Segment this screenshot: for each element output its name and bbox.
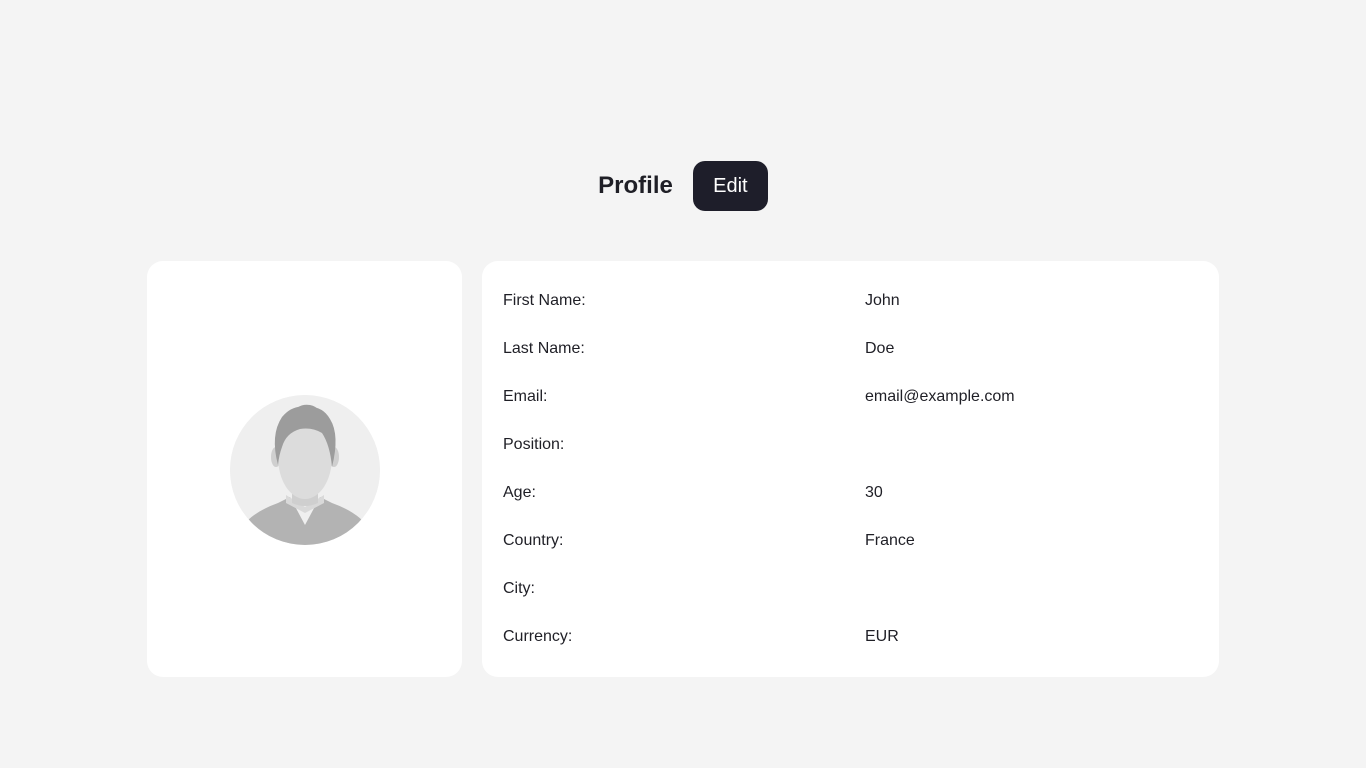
profile-details-card: First Name: John Last Name: Doe Email: e…: [482, 261, 1219, 677]
avatar-card: [147, 261, 462, 677]
email-value: email@example.com: [865, 388, 1015, 405]
currency-label: Currency:: [503, 628, 573, 645]
detail-row-country: Country: France: [482, 517, 1219, 565]
edit-button[interactable]: Edit: [692, 161, 768, 211]
age-value: 30: [865, 484, 883, 501]
city-label: City:: [503, 580, 535, 597]
detail-row-currency: Currency: EUR: [482, 613, 1219, 661]
detail-row-last-name: Last Name: Doe: [482, 325, 1219, 373]
currency-value: EUR: [865, 628, 899, 645]
page-title: Profile: [598, 172, 673, 199]
page-header: Profile Edit: [0, 161, 1366, 211]
age-label: Age:: [503, 484, 536, 501]
detail-row-first-name: First Name: John: [482, 277, 1219, 325]
default-user-avatar-icon: [229, 395, 380, 545]
detail-row-city: City:: [482, 565, 1219, 613]
email-label: Email:: [503, 388, 548, 405]
country-label: Country:: [503, 532, 564, 549]
first-name-label: First Name:: [503, 292, 586, 309]
detail-row-position: Position:: [482, 421, 1219, 469]
country-value: France: [865, 532, 915, 549]
last-name-value: Doe: [865, 340, 895, 357]
position-label: Position:: [503, 436, 565, 453]
detail-row-email: Email: email@example.com: [482, 373, 1219, 421]
detail-row-age: Age: 30: [482, 469, 1219, 517]
first-name-value: John: [865, 292, 900, 309]
avatar: [229, 395, 380, 545]
last-name-label: Last Name:: [503, 340, 585, 357]
